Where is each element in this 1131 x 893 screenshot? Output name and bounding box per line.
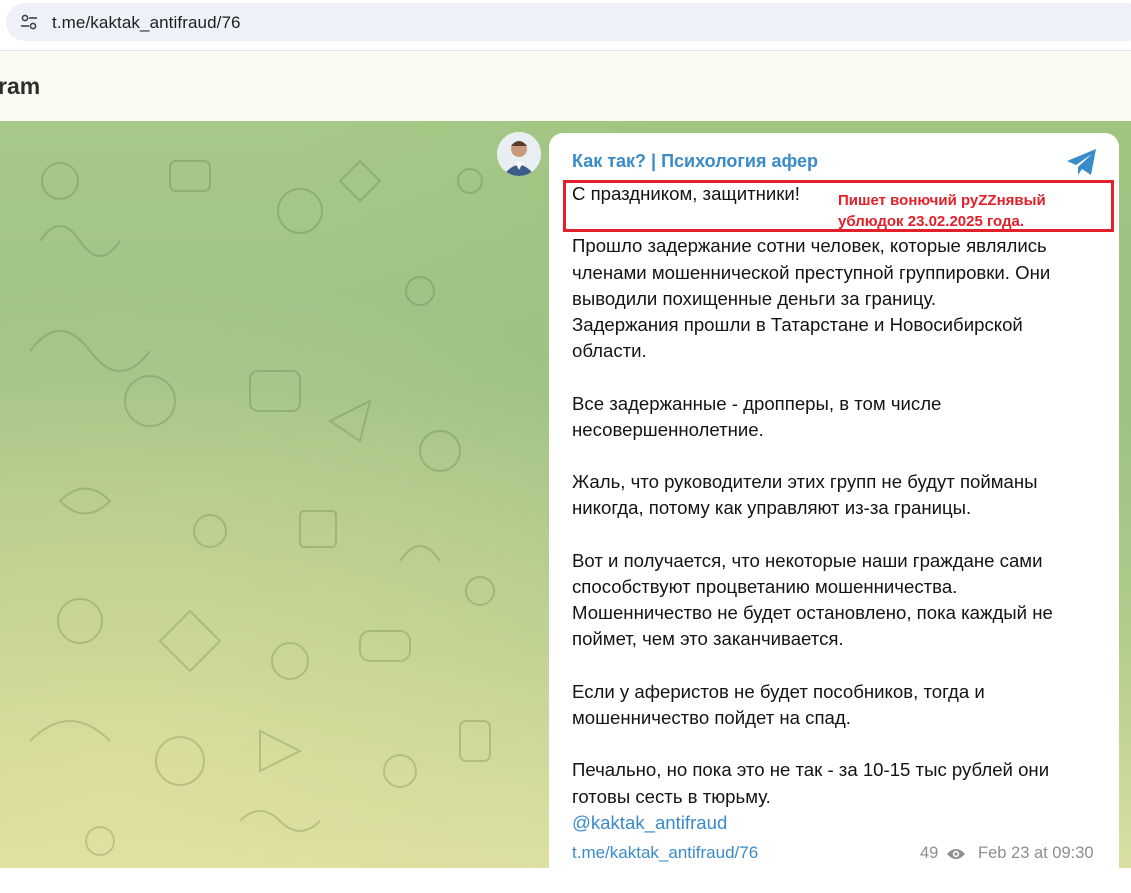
telegram-logo-icon — [1067, 149, 1096, 175]
annotation-text: Пишет вонючий руZZнявый ублюдок 23.02.20… — [838, 190, 1108, 232]
message-line: Прошло задержание сотни человек, которые… — [572, 235, 1051, 309]
address-bar[interactable]: t.me/kaktak_antifraud/76 — [6, 3, 1131, 41]
browser-toolbar: t.me/kaktak_antifraud/76 — [0, 0, 1131, 51]
channel-avatar[interactable] — [497, 132, 541, 176]
message-bubble: Как так? | Психология афер С праздником,… — [549, 133, 1119, 893]
channel-mention-link[interactable]: @kaktak_antifraud — [572, 810, 1102, 836]
tune-icon[interactable] — [20, 14, 38, 30]
url-text[interactable]: t.me/kaktak_antifraud/76 — [52, 13, 241, 33]
views-count: 49 — [920, 844, 939, 862]
header-title: ram — [0, 73, 41, 99]
message-line: Задержания прошли в Татарстане и Новосиб… — [572, 314, 1023, 362]
message-line: Если у аферистов не будет пособников, то… — [572, 680, 985, 728]
telegram-header: ram — [0, 51, 1131, 122]
avatar-image — [497, 132, 541, 176]
post-link[interactable]: t.me/kaktak_antifraud/76 — [572, 843, 758, 863]
message-line: Все задержанные - дропперы, в том числе … — [572, 392, 942, 440]
message-line: Жаль, что руководители этих групп не буд… — [572, 471, 1038, 519]
message-line: Вот и получается, что некоторые наши гра… — [572, 549, 1043, 597]
annotation-line: ублюдок 23.02.2025 года. — [838, 213, 1025, 230]
channel-name[interactable]: Как так? | Психология афер — [572, 151, 818, 172]
eye-icon — [947, 849, 965, 859]
post-date: Feb 23 at 09:30 — [978, 844, 1094, 862]
message-line: Печально, но пока это не так - за 10-15 … — [572, 759, 1050, 807]
message-line: Мошенничество не будет остановлено, пока… — [572, 602, 1053, 650]
message-text: С праздником, защитники! Прошло задержан… — [572, 181, 1102, 836]
annotation-line: Пишет вонючий руZZнявый — [838, 192, 1046, 209]
